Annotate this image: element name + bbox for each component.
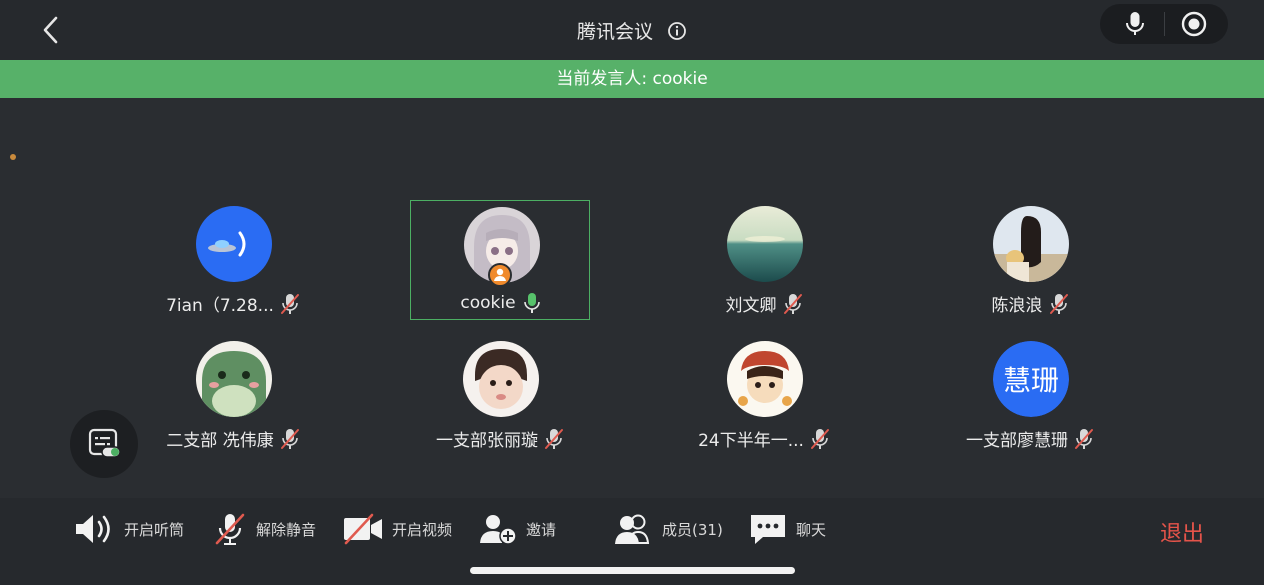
mic-on-icon — [522, 292, 542, 314]
participant-name: cookie — [460, 293, 516, 313]
participant-name-row: 二支部 冼伟康 — [143, 426, 323, 451]
avatar — [727, 206, 803, 282]
avatar — [196, 341, 272, 417]
status-dot — [10, 154, 16, 160]
invite-button[interactable]: 邀请 — [478, 512, 556, 546]
mic-muted-icon — [810, 428, 830, 450]
participant-name-row: cookie — [411, 292, 591, 314]
participant-tile[interactable]: 二支部 冼伟康 — [143, 335, 323, 455]
mic-muted-icon — [280, 293, 300, 315]
participant-name: 24下半年一... — [698, 431, 804, 451]
participant-name: 一支部张丽璇 — [436, 431, 538, 451]
participant-tile[interactable]: 刘文卿 — [674, 200, 854, 320]
mic-muted-icon — [544, 428, 564, 450]
participant-name-row: 7ian（7.28... — [143, 291, 323, 316]
current-speaker-banner: 当前发言人: cookie — [0, 60, 1264, 98]
participant-tile[interactable]: cookie — [410, 200, 590, 320]
participant-name: 一支部廖慧珊 — [966, 431, 1068, 451]
participant-tile[interactable]: 24下半年一... — [674, 335, 854, 455]
speaker-label: 开启听筒 — [124, 520, 185, 539]
add-person-icon — [480, 515, 517, 545]
home-indicator — [470, 567, 795, 574]
participant-name-row: 一支部廖慧珊 — [940, 426, 1120, 451]
participant-name-row: 刘文卿 — [674, 291, 854, 316]
participant-name-row: 一支部张丽璇 — [410, 426, 590, 451]
speaker-icon — [76, 515, 110, 543]
participant-name-row: 24下半年一... — [674, 426, 854, 451]
participant-name-row: 陈浪浪 — [940, 291, 1120, 316]
chat-label: 聊天 — [796, 520, 827, 539]
avatar — [463, 341, 539, 417]
avatar — [196, 206, 272, 282]
invite-label: 邀请 — [526, 520, 557, 539]
mic-muted-icon — [280, 428, 300, 450]
participant-tile[interactable]: 慧珊一支部廖慧珊 — [940, 335, 1120, 455]
members-icon — [615, 514, 650, 544]
unmute-button[interactable]: 解除静音 — [212, 512, 316, 546]
avatar — [727, 341, 803, 417]
divider — [1164, 12, 1165, 36]
meeting-title-area: 腾讯会议 — [0, 17, 1264, 44]
mic-muted-icon — [783, 293, 803, 315]
speaker-button[interactable]: 开启听筒 — [72, 512, 184, 546]
info-icon[interactable] — [667, 21, 687, 41]
meeting-title: 腾讯会议 — [576, 21, 653, 43]
members-label: 成员(31) — [662, 520, 723, 539]
subtitle-toggle-icon[interactable] — [70, 410, 138, 478]
participant-tile[interactable]: 7ian（7.28... — [143, 200, 323, 320]
chat-bubble-icon — [751, 515, 785, 544]
participant-tile[interactable]: 陈浪浪 — [940, 200, 1120, 320]
mic-muted-icon — [215, 513, 245, 545]
host-badge-icon — [488, 263, 512, 287]
top-controls-pill — [1100, 4, 1228, 44]
record-icon[interactable] — [1180, 10, 1208, 38]
participant-name: 刘文卿 — [725, 296, 777, 316]
top-bar: 腾讯会议 — [0, 0, 1264, 60]
participant-name: 7ian（7.28... — [166, 296, 274, 316]
start-video-button[interactable]: 开启视频 — [342, 512, 452, 546]
mic-muted-icon — [1074, 428, 1094, 450]
members-button[interactable]: 成员(31) — [612, 512, 723, 546]
microphone-icon[interactable] — [1120, 9, 1150, 39]
video-off-icon — [344, 513, 382, 545]
unmute-label: 解除静音 — [256, 520, 317, 539]
avatar: 慧珊 — [993, 341, 1069, 417]
participant-name: 陈浪浪 — [991, 296, 1043, 316]
exit-button[interactable]: 退出 — [1160, 516, 1204, 548]
participant-name: 二支部 冼伟康 — [166, 431, 274, 451]
avatar — [993, 206, 1069, 282]
start-video-label: 开启视频 — [392, 520, 453, 539]
participant-tile[interactable]: 一支部张丽璇 — [410, 335, 590, 455]
avatar-initials: 慧珊 — [993, 341, 1069, 417]
mic-muted-icon — [1049, 293, 1069, 315]
chat-button[interactable]: 聊天 — [748, 512, 826, 546]
